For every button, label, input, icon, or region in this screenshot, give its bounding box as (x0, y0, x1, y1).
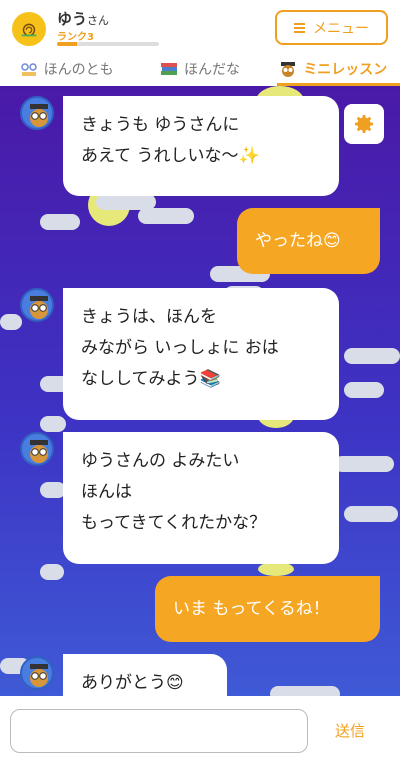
bot-message: ありがとう😊 (63, 654, 227, 696)
user-avatar[interactable] (12, 12, 46, 46)
snail-icon (21, 23, 37, 37)
cloud-decoration (344, 382, 384, 398)
cloud-decoration (0, 314, 22, 330)
tab-bar: ほんのとも ほんだな ミニレッスン (0, 54, 400, 86)
message-input-bar: 送信 (0, 696, 400, 766)
cloud-decoration (40, 214, 80, 230)
owl-teacher-icon (30, 664, 48, 687)
chat-area[interactable]: きょうも ゆうさんに あえて うれしいな〜✨ やったね😊 きょうは、ほんを みな… (0, 86, 400, 696)
tab-honnotomo[interactable]: ほんのとも (0, 54, 133, 84)
glasses-book-icon (20, 63, 37, 76)
bot-message: きょうは、ほんを みながら いっしょに おは なししてみよう📚 (63, 288, 339, 420)
message-line: みながら いっしょに おは (81, 338, 279, 358)
cloud-decoration (270, 686, 340, 696)
user-name: ゆうさん (57, 10, 110, 28)
cloud-decoration (96, 194, 156, 210)
menu-button[interactable]: メニュー (275, 10, 388, 45)
cloud-decoration (344, 506, 398, 522)
gear-icon (355, 115, 373, 133)
settings-button[interactable] (344, 104, 384, 144)
tab-label: ミニレッスン (303, 62, 388, 78)
message-line: ありがとう😊 (81, 673, 184, 693)
tab-label: ほんのとも (43, 62, 114, 78)
tab-mini-lesson[interactable]: ミニレッスン (267, 54, 400, 86)
rank-label: ランク3 (57, 32, 94, 43)
send-button[interactable]: 送信 (322, 714, 378, 746)
cloud-decoration (138, 208, 194, 224)
bot-avatar (20, 432, 54, 466)
message-line: きょうは、ほんを (81, 307, 217, 327)
bot-avatar (20, 288, 54, 322)
books-stack-icon (160, 63, 177, 75)
app-header: ゆうさん ランク3 メニュー (0, 0, 400, 54)
bot-message: ゆうさんの よみたい ほんは もってきてくれたかな？ (63, 432, 339, 564)
owl-teacher-icon (30, 296, 48, 319)
user-message: やったね😊 (237, 208, 380, 274)
message-line: ほんは (81, 482, 132, 502)
owl-icon (281, 62, 296, 77)
menu-button-label: メニュー (313, 20, 369, 37)
tab-label: ほんだな (183, 62, 240, 78)
owl-teacher-icon (30, 104, 48, 127)
rank-progress-fill (57, 42, 78, 46)
message-line: なししてみよう📚 (81, 369, 221, 389)
cloud-decoration (334, 456, 394, 472)
user-name-suffix: さん (87, 14, 110, 27)
message-line: もってきてくれたかな？ (81, 513, 267, 533)
cloud-decoration (40, 416, 66, 432)
bot-message: きょうも ゆうさんに あえて うれしいな〜✨ (63, 96, 339, 196)
message-input[interactable] (10, 709, 308, 753)
hamburger-icon (294, 22, 305, 33)
message-line: ゆうさんの よみたい (81, 451, 240, 471)
tab-hondana[interactable]: ほんだな (133, 54, 266, 84)
owl-teacher-icon (30, 440, 48, 463)
message-line: あえて うれしいな〜✨ (81, 146, 260, 166)
moon-decoration (258, 562, 294, 576)
message-text: いま もってくるね！ (173, 598, 330, 619)
rank-progress-bar (57, 42, 159, 46)
bot-avatar (20, 656, 54, 690)
cloud-decoration (344, 348, 400, 364)
message-text: やったね😊 (255, 230, 341, 251)
user-message: いま もってくるね！ (155, 576, 380, 642)
message-line: きょうも ゆうさんに (81, 115, 240, 135)
cloud-decoration (40, 564, 64, 580)
bot-avatar (20, 96, 54, 130)
